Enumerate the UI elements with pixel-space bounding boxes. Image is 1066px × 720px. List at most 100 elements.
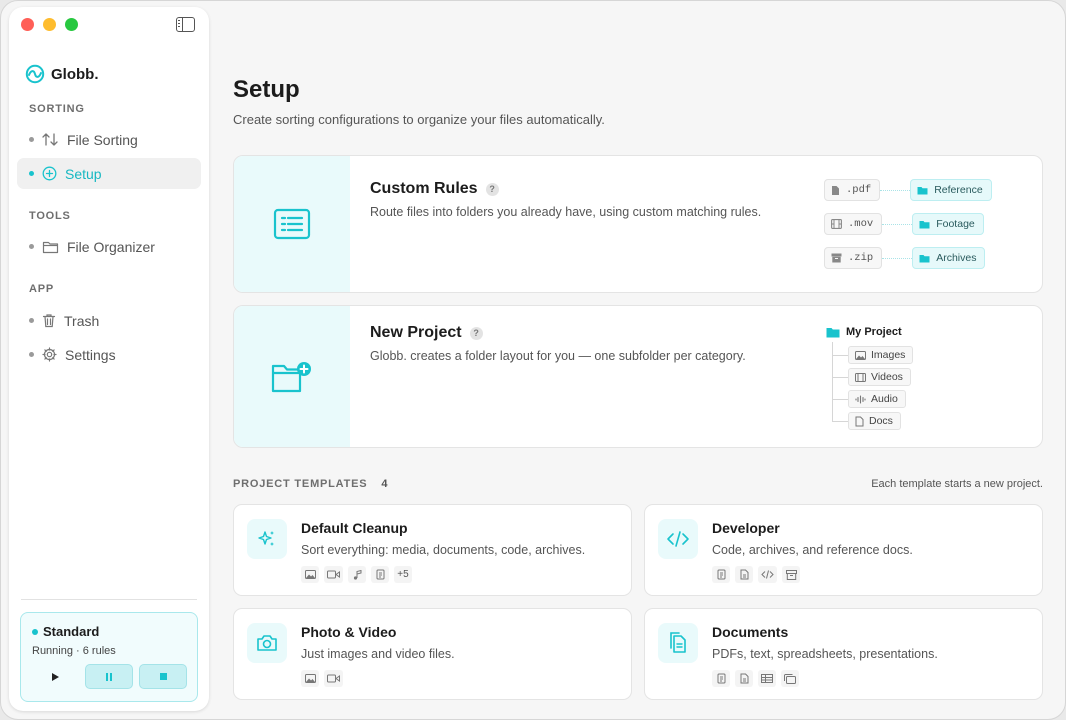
new-project-card[interactable]: New Project ? Globb. creates a folder la…: [233, 305, 1043, 448]
folder-icon: [42, 241, 59, 253]
templates-header-label: PROJECT TEMPLATES: [233, 478, 368, 490]
template-card-developer[interactable]: Developer Code, archives, and reference …: [644, 504, 1043, 596]
sidebar-item-label: Setup: [65, 165, 102, 182]
sidebar-item-settings[interactable]: Settings: [17, 339, 201, 370]
sidebar-item-label: File Organizer: [67, 238, 155, 255]
stop-button[interactable]: [139, 664, 187, 689]
pause-button[interactable]: [85, 664, 133, 689]
bullet-dot: [29, 137, 34, 142]
template-title: Developer: [712, 520, 780, 536]
templates-note: Each template starts a new project.: [871, 478, 1043, 490]
connector-line: [880, 189, 911, 191]
file-icon: [735, 670, 753, 687]
sort-arrows-icon: [42, 133, 58, 146]
sidebar: Globb. SORTING File Sorting Setup TOOLS …: [9, 7, 209, 711]
app-window: Globb. SORTING File Sorting Setup TOOLS …: [0, 0, 1066, 720]
sidebar-toggle-icon[interactable]: [176, 17, 195, 32]
card-title-text: Custom Rules: [370, 180, 478, 197]
folder-chip: Footage: [912, 213, 984, 235]
page-title: Setup: [233, 76, 300, 103]
template-card-documents[interactable]: Documents PDFs, text, spreadsheets, pres…: [644, 608, 1043, 700]
help-icon[interactable]: ?: [485, 182, 499, 196]
camera-icon: [257, 635, 277, 651]
globb-logo-icon: [25, 64, 45, 84]
page-subtitle: Create sorting configurations to organiz…: [233, 112, 605, 127]
folder-label: Footage: [936, 218, 975, 230]
sidebar-item-label: File Sorting: [67, 131, 138, 148]
template-title: Documents: [712, 624, 789, 640]
bullet-dot: [29, 244, 34, 249]
table-icon: [758, 670, 776, 687]
documents-icon: [670, 632, 686, 653]
document-icon: [832, 185, 839, 195]
bullet-dot: [29, 352, 34, 357]
tree-branch: [832, 399, 848, 400]
tree-child: Images: [848, 346, 914, 364]
template-description: Sort everything: media, documents, code,…: [301, 543, 586, 557]
folder-chip: Archives: [912, 247, 986, 269]
list-icon: [273, 208, 311, 240]
sidebar-item-file-organizer[interactable]: File Organizer: [17, 231, 201, 262]
document-icon: [712, 566, 730, 583]
tree-branch: [832, 421, 848, 422]
play-icon: [51, 672, 59, 681]
help-icon[interactable]: ?: [469, 326, 483, 340]
templates-count: 4: [381, 478, 389, 490]
folder-icon: [919, 254, 930, 262]
tree-child-label: Videos: [871, 371, 903, 383]
extension-label: .zip: [848, 252, 874, 264]
plus-circle-icon: [42, 166, 57, 181]
film-icon: [855, 372, 866, 382]
new-project-description: Globb. creates a folder layout for you —…: [370, 349, 746, 363]
close-window-button[interactable]: [21, 18, 34, 31]
template-icon-tile: [658, 623, 698, 663]
template-title: Default Cleanup: [301, 520, 408, 536]
section-label-app: APP: [29, 283, 55, 295]
document-icon: [712, 670, 730, 687]
template-description: Just images and video files.: [301, 647, 455, 661]
tree-root: My Project: [826, 326, 902, 338]
tree-child-label: Audio: [871, 393, 898, 405]
tree-branch: [832, 377, 848, 378]
template-title: Photo & Video: [301, 624, 397, 640]
stop-icon: [159, 673, 167, 680]
minimize-window-button[interactable]: [43, 18, 56, 31]
template-card-default-cleanup[interactable]: Default Cleanup Sort everything: media, …: [233, 504, 632, 596]
zoom-window-button[interactable]: [65, 18, 78, 31]
extension-label: .pdf: [846, 184, 872, 196]
film-icon: [831, 219, 842, 229]
video-icon: [324, 566, 343, 583]
sidebar-item-file-sorting[interactable]: File Sorting: [17, 124, 201, 155]
connector-line: [882, 223, 913, 225]
tree-child-label: Docs: [869, 415, 893, 427]
music-icon: [348, 566, 366, 583]
folder-icon: [917, 186, 928, 194]
bullet-dot: [29, 318, 34, 323]
code-icon: [667, 531, 689, 547]
templates-header: PROJECT TEMPLATES 4: [233, 478, 388, 490]
more-badge: +5: [394, 566, 412, 583]
template-badges: [301, 670, 343, 687]
image-icon: [855, 350, 866, 360]
archive-icon: [782, 566, 800, 583]
tree-root-label: My Project: [846, 326, 902, 338]
template-badges: +5: [301, 566, 412, 583]
custom-rules-title: Custom Rules ?: [370, 180, 499, 198]
section-label-tools: TOOLS: [29, 210, 71, 222]
code-icon: [758, 566, 777, 583]
trash-icon: [42, 314, 56, 328]
document-icon: [371, 566, 389, 583]
custom-rules-description: Route files into folders you already hav…: [370, 205, 762, 219]
file-icon: [735, 566, 753, 583]
rule-row: .zip Archives: [824, 247, 986, 269]
tree-branch: [832, 355, 848, 356]
template-card-photo-video[interactable]: Photo & Video Just images and video file…: [233, 608, 632, 700]
extension-chip: .pdf: [824, 179, 881, 201]
sidebar-item-trash[interactable]: Trash: [17, 305, 201, 336]
profile-status: Running · 6 rules: [32, 645, 116, 657]
sidebar-item-setup[interactable]: Setup: [17, 158, 201, 189]
folder-label: Archives: [936, 252, 977, 264]
template-badges: [712, 566, 800, 583]
play-button[interactable]: [31, 664, 79, 689]
custom-rules-card[interactable]: Custom Rules ? Route files into folders …: [233, 155, 1043, 293]
